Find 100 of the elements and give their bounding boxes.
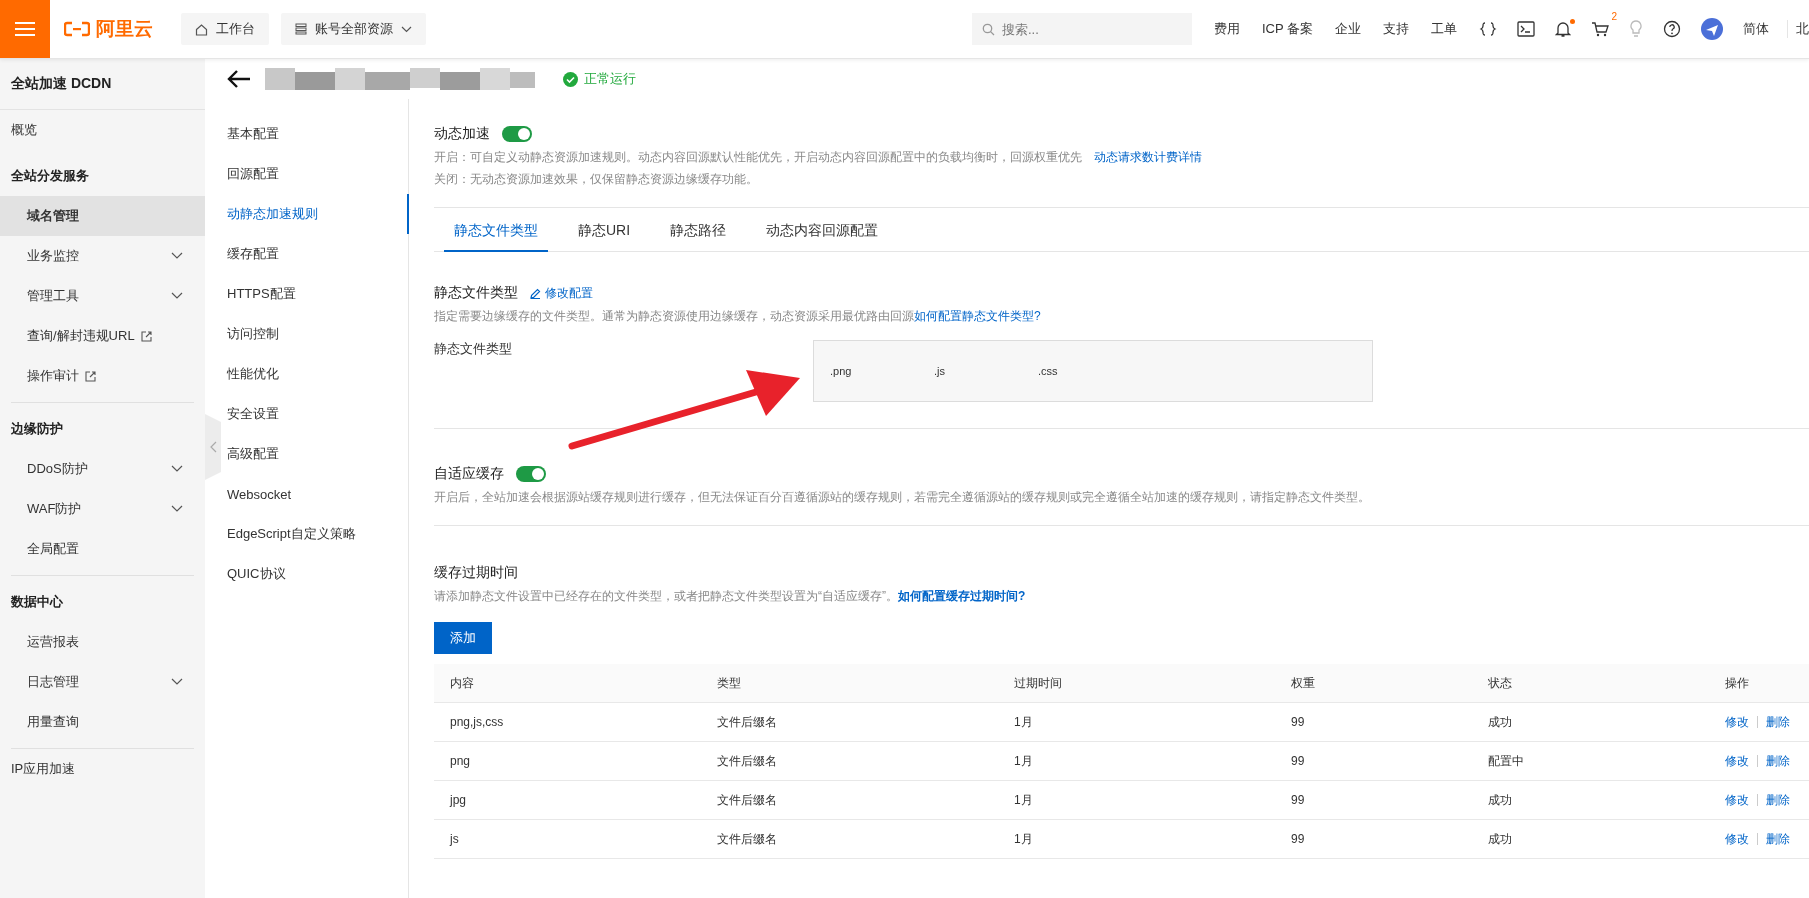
back-arrow-icon[interactable] — [227, 69, 251, 89]
tab[interactable]: 动态内容回源配置 — [756, 208, 889, 252]
config-nav-item[interactable]: 访问控制 — [221, 314, 409, 354]
sidebar-title: 全站加速 DCDN — [0, 59, 205, 110]
action-link[interactable]: 删除 — [1766, 792, 1790, 807]
config-nav-item[interactable]: 动静态加速规则 — [221, 194, 409, 234]
table-cell: 99 — [1291, 754, 1305, 768]
sidebar-item[interactable]: 管理工具 — [0, 276, 205, 316]
table-cell: 1月 — [1014, 753, 1033, 768]
code-icon[interactable] — [1479, 20, 1497, 38]
table-cell: 文件后缀名 — [717, 792, 777, 807]
toggle-switch[interactable] — [516, 466, 546, 482]
chevron-down-icon — [171, 252, 183, 260]
resources-dropdown[interactable]: 账号全部资源 — [281, 13, 426, 45]
config-nav-item[interactable]: HTTPS配置 — [221, 274, 409, 314]
config-nav-item[interactable]: EdgeScript自定义策略 — [221, 514, 409, 554]
sidebar-item[interactable]: 日志管理 — [0, 662, 205, 702]
sidebar-item[interactable]: IP应用加速 — [0, 749, 205, 789]
search-field[interactable]: 搜索... — [971, 13, 1192, 45]
sidebar-item[interactable]: 操作审计 — [0, 356, 205, 396]
menu-button[interactable] — [0, 0, 50, 58]
caret-icon — [401, 25, 412, 33]
section-title: 缓存过期时间 — [434, 564, 519, 582]
top-link[interactable]: ICP 备案 — [1261, 20, 1313, 38]
chevron-down-icon — [171, 678, 183, 686]
description-text: 关闭：无动态资源加速效果，仅保留静态资源边缘缓存功能。 — [434, 171, 759, 187]
success-icon — [563, 71, 578, 87]
config-nav-item[interactable]: QUIC协议 — [221, 554, 409, 594]
bell-icon[interactable] — [1555, 20, 1571, 38]
top-link[interactable]: 企业 — [1335, 20, 1361, 38]
top-link[interactable]: 工单 — [1431, 20, 1457, 38]
logo-icon — [64, 21, 90, 37]
top-link[interactable]: 支持 — [1383, 20, 1409, 38]
config-nav-item[interactable]: 基本配置 — [221, 114, 409, 154]
config-nav-item[interactable]: Websocket — [221, 474, 409, 514]
table-cell: 1月 — [1014, 792, 1033, 807]
description-text: 开启后，全站加速会根据源站缓存规则进行缓存，但无法保证百分百遵循源站的缓存规则，若需完全遵循源站的缓存规则或完全遵循全站加速的缓存规则，请指定静态文件类型。 — [434, 489, 1371, 505]
workbench-button[interactable]: 工作台 — [181, 13, 269, 45]
table-cell: 文件后缀名 — [717, 753, 777, 768]
table-cell: 99 — [1291, 832, 1305, 846]
sidebar-item[interactable]: 全局配置 — [0, 529, 205, 569]
action-link[interactable]: 修改 — [1725, 792, 1749, 807]
list-icon — [295, 23, 307, 35]
config-nav-item[interactable]: 性能优化 — [221, 354, 409, 394]
table-cell: 文件后缀名 — [717, 831, 777, 846]
action-link[interactable]: 修改 — [1725, 831, 1749, 846]
action-link[interactable]: 修改 — [1725, 714, 1749, 729]
table-cell: 成功 — [1488, 831, 1512, 846]
help-icon[interactable] — [1663, 20, 1681, 38]
collapse-handle[interactable] — [205, 414, 221, 480]
table-cell: 1月 — [1014, 831, 1033, 846]
language-link[interactable]: 简体 — [1743, 20, 1769, 38]
sidebar-item[interactable]: 概览 — [0, 110, 205, 150]
config-nav-item[interactable]: 高级配置 — [221, 434, 409, 474]
sidebar-item[interactable]: 运营报表 — [0, 622, 205, 662]
help-link[interactable]: 如何配置静态文件类型? — [914, 309, 1041, 323]
tab[interactable]: 静态文件类型 — [444, 208, 548, 252]
config-nav-item[interactable]: 回源配置 — [221, 154, 409, 194]
sidebar-section-title: 全站分发服务 — [11, 167, 90, 185]
description-text: 开启：可自定义动静态资源加速规则。动态内容回源默认性能优先，开启动态内容回源配置中的负载均衡时，回源权重优先 — [434, 150, 1082, 164]
sidebar-item[interactable]: WAF防护 — [0, 489, 205, 529]
help-link[interactable]: 如何配置缓存过期时间? — [898, 589, 1026, 603]
action-link[interactable]: 删除 — [1766, 831, 1790, 846]
menu-icon — [15, 21, 35, 37]
sidebar-item[interactable]: DDoS防护 — [0, 449, 205, 489]
add-button[interactable]: 添加 — [434, 622, 492, 654]
sidebar-item[interactable]: 域名管理 — [0, 196, 205, 236]
terminal-icon[interactable] — [1517, 21, 1535, 37]
external-link-icon — [140, 330, 152, 342]
sidebar-item[interactable]: 业务监控 — [0, 236, 205, 276]
config-nav-item[interactable]: 缓存配置 — [221, 234, 409, 274]
action-link[interactable]: 删除 — [1766, 753, 1790, 768]
table-cell: png — [450, 754, 471, 768]
file-type-value: .js — [934, 365, 946, 377]
section-title: 静态文件类型 — [434, 284, 518, 302]
table-cell: js — [450, 832, 459, 846]
table-cell: 成功 — [1488, 714, 1512, 729]
field-label: 静态文件类型 — [434, 340, 513, 358]
table-cell: 配置中 — [1488, 753, 1524, 768]
description-text: 指定需要边缘缓存的文件类型。通常为静态资源使用边缘缓存，动态资源采用最优路由回源 — [434, 309, 914, 323]
status-text: 正常运行 — [584, 70, 636, 88]
config-nav-item[interactable]: 安全设置 — [221, 394, 409, 434]
sidebar-item[interactable]: 用量查询 — [0, 702, 205, 742]
table-cell: 文件后缀名 — [717, 714, 777, 729]
cart-icon[interactable] — [1591, 21, 1609, 37]
file-type-value: .css — [1038, 365, 1059, 377]
file-types-field[interactable]: .png .js .css — [813, 340, 1373, 402]
tab[interactable]: 静态路径 — [660, 208, 737, 252]
sidebar-item[interactable]: 查询/解封违规URL — [0, 316, 205, 356]
logo-text: 阿里云 — [96, 17, 153, 41]
toggle-switch[interactable] — [502, 126, 532, 142]
column-header: 过期时间 — [998, 664, 1275, 703]
sidebar-section-title: 边缘防护 — [11, 420, 64, 438]
edit-link[interactable]: 修改配置 — [530, 284, 593, 302]
top-link[interactable]: 费用 — [1213, 20, 1240, 38]
billing-link[interactable]: 动态请求数计费详情 — [1094, 150, 1202, 164]
action-link[interactable]: 删除 — [1766, 714, 1790, 729]
tab[interactable]: 静态URI — [568, 208, 641, 252]
description-text: 请添加静态文件设置中已经存在的文件类型，或者把静态文件类型设置为“自适应缓存”。 — [434, 589, 898, 603]
action-link[interactable]: 修改 — [1725, 753, 1749, 768]
